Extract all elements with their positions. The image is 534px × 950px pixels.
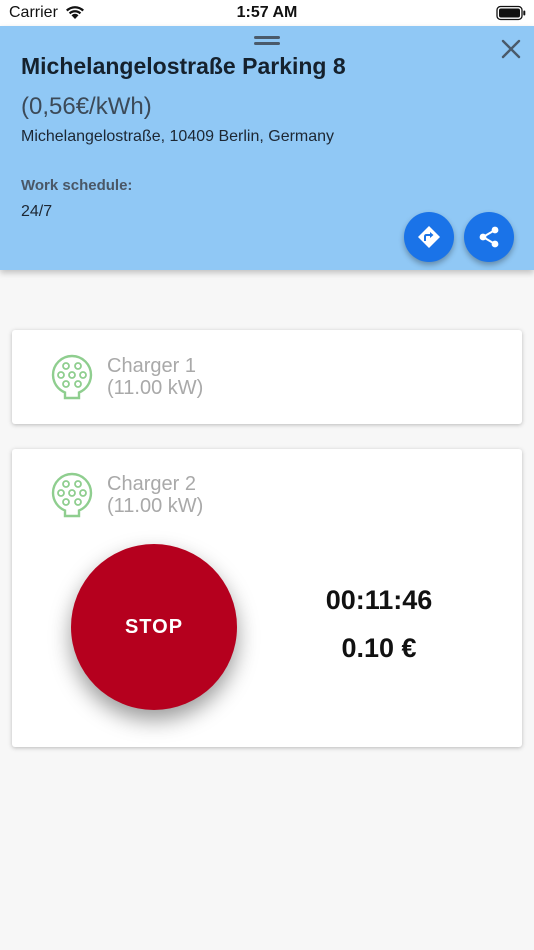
station-info-panel: Michelangelostraße Parking 8 (0,56€/kWh)… bbox=[0, 26, 534, 270]
work-schedule-label: Work schedule: bbox=[21, 177, 133, 194]
charger-name: Charger 1 bbox=[107, 355, 196, 377]
share-button[interactable] bbox=[464, 212, 514, 262]
stop-charging-button[interactable]: STOP bbox=[71, 544, 237, 710]
share-icon bbox=[479, 226, 499, 248]
charger-card-1[interactable]: Charger 1 (11.00 kW) bbox=[12, 330, 522, 424]
drag-handle-icon[interactable] bbox=[254, 36, 280, 46]
directions-button[interactable] bbox=[404, 212, 454, 262]
work-schedule-value: 24/7 bbox=[21, 203, 53, 220]
close-icon[interactable] bbox=[498, 36, 524, 62]
battery-icon bbox=[496, 5, 526, 21]
status-bar: Carrier 1:57 AM bbox=[0, 0, 534, 26]
station-name: Michelangelostraße Parking 8 bbox=[21, 53, 346, 79]
station-address: Michelangelostraße, 10409 Berlin, German… bbox=[21, 128, 335, 145]
session-timer: 00:11:46 bbox=[325, 585, 433, 615]
session-cost: 0.10 € bbox=[341, 633, 417, 663]
type2-plug-icon bbox=[51, 472, 93, 518]
charger-power: (11.00 kW) bbox=[107, 495, 204, 517]
charger-name: Charger 2 bbox=[107, 473, 196, 495]
station-price: (0,56€/kWh) bbox=[21, 93, 152, 120]
clock: 1:57 AM bbox=[236, 4, 298, 21]
charger-power: (11.00 kW) bbox=[107, 377, 204, 399]
charger-card-2[interactable]: Charger 2 (11.00 kW) STOP 00:11:46 0.10 … bbox=[12, 449, 522, 747]
type2-plug-icon bbox=[51, 354, 93, 400]
directions-icon bbox=[418, 226, 440, 248]
